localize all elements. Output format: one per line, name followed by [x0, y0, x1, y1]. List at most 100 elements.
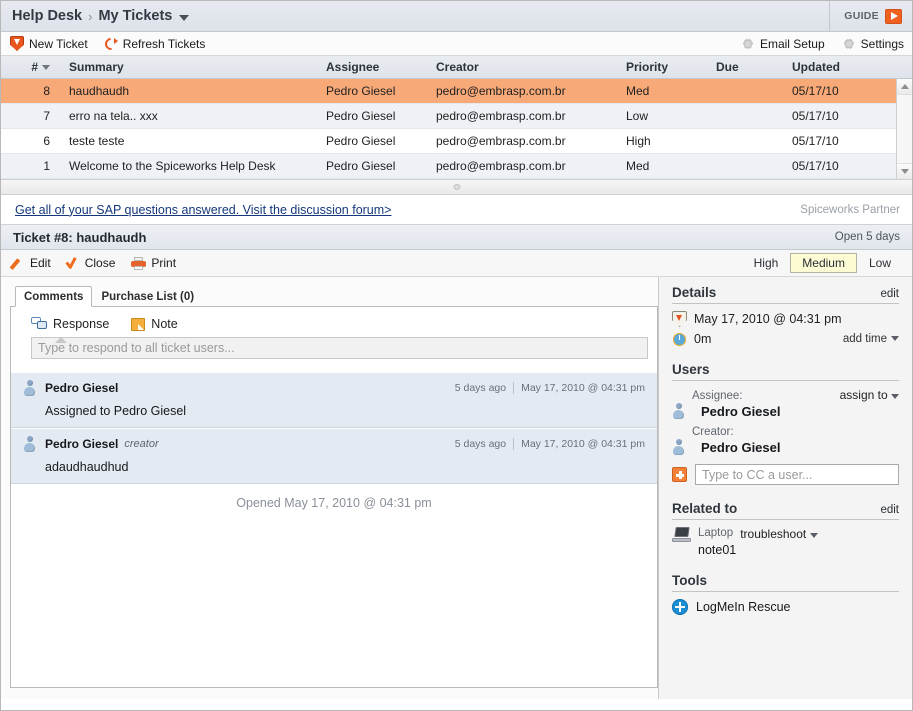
ticket-list: # Summary Assignee Creator Priority Due …: [1, 56, 912, 179]
sponsor-ad-bar: Get all of your SAP questions answered. …: [1, 195, 912, 225]
ticket-sidebar: Details edit May 17, 2010 @ 04:31 pm 0m …: [658, 277, 912, 699]
time-spent-row: 0m add time: [672, 331, 899, 346]
related-title: Related to: [672, 501, 738, 516]
breadcrumb-my-tickets[interactable]: My Tickets: [98, 8, 172, 24]
edit-button[interactable]: Edit: [12, 256, 51, 270]
related-section-header: Related to edit: [672, 501, 899, 520]
tab-comments[interactable]: Comments: [15, 286, 93, 307]
assign-to-button[interactable]: assign to: [840, 388, 899, 402]
refresh-tickets-label: Refresh Tickets: [122, 36, 206, 51]
ticket-list-scrollbar[interactable]: [896, 79, 912, 179]
tools-section: Tools LogMeIn Rescue: [672, 573, 899, 615]
ad-partner-label: Spiceworks Partner: [800, 203, 900, 216]
guide-button[interactable]: GUIDE: [829, 1, 912, 32]
comment-meta: 5 days ago May 17, 2010 @ 04:31 pm: [455, 382, 645, 394]
cell-number: 1: [43, 159, 50, 173]
refresh-tickets-button[interactable]: Refresh Tickets: [104, 36, 206, 51]
breadcrumb-help-desk[interactable]: Help Desk: [12, 8, 82, 24]
checkmark-icon: [67, 257, 80, 270]
related-device-name[interactable]: note01: [672, 543, 899, 557]
response-mode-button[interactable]: Response: [31, 317, 109, 331]
cell-priority: Low: [626, 109, 649, 123]
details-edit-link[interactable]: edit: [880, 288, 899, 300]
pane-splitter[interactable]: [1, 179, 912, 195]
cell-creator: pedro@embrasp.com.br: [436, 109, 566, 123]
column-header-assignee[interactable]: Assignee: [326, 60, 436, 74]
details-title: Details: [672, 285, 717, 300]
new-ticket-button[interactable]: New Ticket: [10, 36, 88, 51]
troubleshoot-button[interactable]: troubleshoot: [740, 527, 818, 541]
related-edit-link[interactable]: edit: [880, 504, 899, 516]
column-header-summary[interactable]: Summary: [59, 60, 326, 74]
column-header-priority[interactable]: Priority: [626, 60, 716, 74]
speech-bubble-icon: [31, 317, 47, 331]
related-device-row: Laptop troubleshoot: [672, 527, 899, 542]
column-header-creator[interactable]: Creator: [436, 60, 626, 74]
print-label: Print: [151, 256, 177, 270]
comments-panel: Response Note Type to respond to all tic…: [10, 307, 658, 688]
comment-body: adaudhaudhud: [45, 460, 129, 474]
settings-button[interactable]: Settings: [842, 37, 904, 51]
created-date-row: May 17, 2010 @ 04:31 pm: [672, 311, 899, 327]
table-row[interactable]: 1 Welcome to the Spiceworks Help Desk Pe…: [1, 154, 912, 179]
email-setup-button[interactable]: Email Setup: [741, 37, 825, 51]
ticket-action-bar: Edit Close Print High Medium Low: [1, 250, 912, 277]
assignee-label-row: Assignee: assign to: [672, 388, 899, 402]
response-input[interactable]: Type to respond to all ticket users...: [31, 337, 648, 359]
users-section: Users Assignee: assign to Pedro Giesel C…: [672, 362, 899, 485]
cell-updated: 05/17/10: [792, 109, 839, 123]
cell-assignee: Pedro Giesel: [326, 109, 396, 123]
breadcrumb: Help Desk › My Tickets: [1, 8, 829, 24]
priority-high-button[interactable]: High: [742, 253, 791, 273]
tool-item-logmein[interactable]: LogMeIn Rescue: [672, 599, 899, 615]
assignee-row: Pedro Giesel: [672, 403, 899, 419]
settings-label: Settings: [860, 36, 904, 51]
tool-label: LogMeIn Rescue: [696, 600, 791, 614]
close-button[interactable]: Close: [67, 256, 116, 270]
print-button[interactable]: Print: [131, 256, 176, 270]
sort-descending-icon[interactable]: [42, 65, 50, 71]
assignee-name: Pedro Giesel: [701, 403, 781, 419]
table-row[interactable]: 6 teste teste Pedro Giesel pedro@embrasp…: [1, 129, 912, 154]
details-section-header: Details edit: [672, 285, 899, 304]
table-row[interactable]: 7 erro na tela.. xxx Pedro Giesel pedro@…: [1, 104, 912, 129]
clock-icon: [672, 331, 687, 346]
tab-bar: Comments Purchase List (0): [10, 286, 658, 307]
ticket-icon: [672, 311, 687, 327]
users-section-header: Users: [672, 362, 899, 381]
ad-link[interactable]: Get all of your SAP questions answered. …: [15, 203, 800, 217]
column-header-due[interactable]: Due: [716, 60, 792, 74]
scrollbar-track[interactable]: [897, 95, 912, 163]
ticket-list-header: # Summary Assignee Creator Priority Due …: [1, 56, 912, 79]
cell-summary: erro na tela.. xxx: [69, 109, 158, 123]
comments-pane: Comments Purchase List (0) Response Note…: [1, 277, 658, 699]
priority-low-button[interactable]: Low: [857, 253, 903, 273]
tab-purchase-list[interactable]: Purchase List (0): [92, 286, 203, 306]
scroll-down-icon[interactable]: [897, 163, 912, 179]
comment-timestamp: May 17, 2010 @ 04:31 pm: [513, 382, 645, 394]
play-icon[interactable]: [885, 8, 902, 24]
add-time-button[interactable]: add time: [843, 333, 899, 345]
cell-priority: Med: [626, 159, 650, 173]
refresh-icon: [104, 37, 118, 51]
cell-creator: pedro@embrasp.com.br: [436, 159, 566, 173]
help-desk-window: Help Desk › My Tickets GUIDE New Ticket …: [0, 0, 913, 711]
edit-label: Edit: [30, 256, 51, 270]
add-icon[interactable]: [672, 467, 687, 482]
column-header-updated[interactable]: Updated: [792, 60, 892, 74]
cc-user-input[interactable]: Type to CC a user...: [695, 464, 899, 485]
note-mode-button[interactable]: Note: [131, 317, 178, 331]
chevron-down-icon[interactable]: [179, 14, 190, 21]
scroll-up-icon[interactable]: [897, 79, 912, 95]
creator-label: Creator:: [692, 426, 734, 438]
note-icon: [131, 317, 146, 331]
priority-medium-button[interactable]: Medium: [790, 253, 857, 273]
column-header-number[interactable]: #: [1, 60, 59, 74]
ticket-opened-line: Opened May 17, 2010 @ 04:31 pm: [236, 496, 432, 510]
guide-label: GUIDE: [844, 10, 879, 22]
table-row[interactable]: 8 haudhaudh Pedro Giesel pedro@embrasp.c…: [1, 79, 912, 104]
cell-creator: pedro@embrasp.com.br: [436, 134, 566, 148]
avatar: [672, 403, 685, 419]
splitter-grip-icon[interactable]: [453, 184, 460, 190]
troubleshoot-label: troubleshoot: [740, 527, 807, 541]
